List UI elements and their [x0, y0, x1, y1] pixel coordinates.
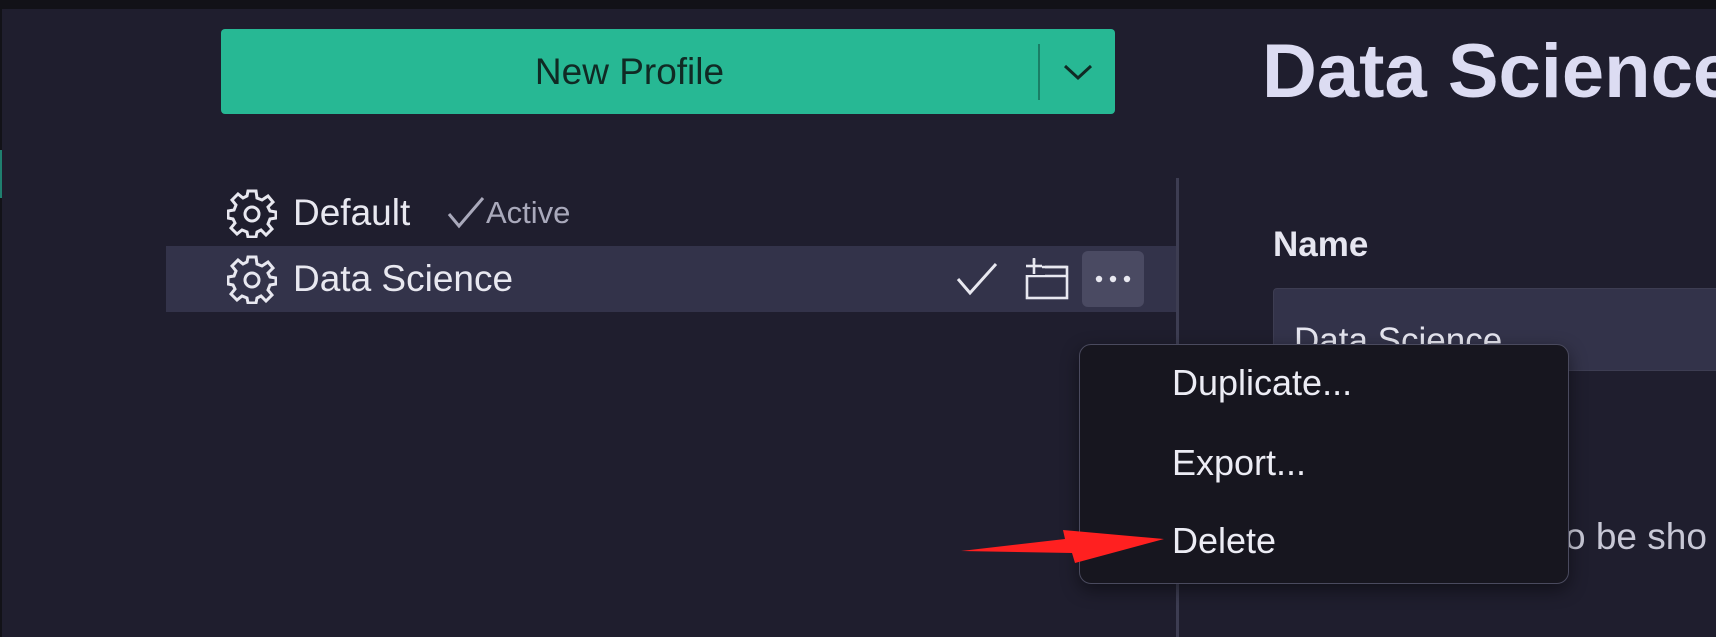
checkmark-icon — [447, 197, 485, 229]
profile-item-data-science[interactable]: Data Science — [166, 246, 1176, 312]
page-title: Data Science — [1262, 29, 1716, 114]
profile-item-default[interactable]: Default Active — [166, 180, 1176, 246]
profiles-editor: New Profile Default Active Data Science … — [0, 0, 1716, 637]
checkmark-icon — [956, 262, 998, 296]
profile-list: Default Active Data Science — [166, 180, 1176, 312]
menu-item-export[interactable]: Export... — [1172, 442, 1306, 484]
profile-name: Default — [293, 192, 411, 233]
description-text: o be sho — [1565, 516, 1707, 557]
more-options-button[interactable] — [1082, 251, 1144, 307]
open-in-new-window-button[interactable] — [1015, 251, 1077, 307]
gear-icon — [227, 255, 277, 304]
new-profile-label: New Profile — [534, 50, 725, 92]
window-top-border — [0, 0, 1716, 9]
context-menu: Duplicate... Export... Delete — [1079, 344, 1569, 584]
new-window-icon — [1023, 258, 1069, 300]
new-profile-button[interactable]: New Profile — [221, 29, 1038, 114]
new-profile-dropdown-button[interactable] — [1040, 29, 1115, 114]
new-profile-split-button: New Profile — [221, 29, 1115, 114]
active-badge: Active — [446, 194, 570, 232]
activity-bar-edge — [0, 9, 2, 637]
activity-bar-indicator — [0, 150, 2, 198]
active-label: Active — [486, 195, 571, 230]
menu-item-delete[interactable]: Delete — [1172, 520, 1276, 562]
set-active-button[interactable] — [946, 251, 1008, 307]
gear-icon — [227, 189, 277, 238]
profile-name: Data Science — [293, 258, 514, 299]
menu-item-duplicate[interactable]: Duplicate... — [1172, 362, 1352, 404]
chevron-down-icon — [1063, 64, 1092, 80]
name-field-label: Name — [1273, 225, 1369, 264]
more-options-icon — [1095, 275, 1131, 283]
